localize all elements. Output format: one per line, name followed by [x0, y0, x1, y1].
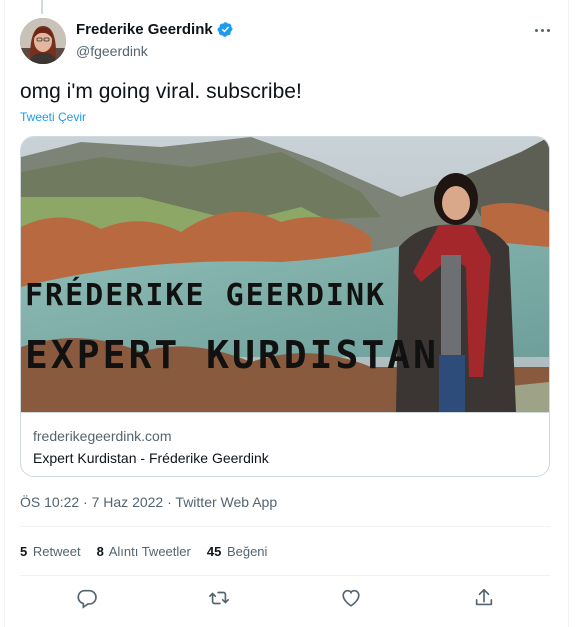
quotes-stat[interactable]: 8 Alıntı Tweetler — [97, 544, 191, 559]
translate-link[interactable]: Tweeti Çevir — [20, 110, 86, 124]
tweet-source[interactable]: Twitter Web App — [175, 494, 277, 510]
tweet-text: omg i'm going viral. subscribe! — [20, 80, 302, 103]
tweet-time[interactable]: ÖS 10:22 — [20, 494, 79, 510]
divider — [20, 526, 550, 527]
card-caption[interactable]: frederikegeerdink.com Expert Kurdistan -… — [21, 412, 549, 476]
card-overlay-line2: EXPERT KURDISTAN — [25, 333, 439, 377]
quotes-label: Alıntı Tweetler — [108, 544, 191, 559]
likes-count: 45 — [206, 544, 222, 559]
tweet-stats: 5 Retweet 8 Alıntı Tweetler 45 Beğeni — [20, 544, 267, 559]
reply-icon[interactable] — [76, 587, 98, 609]
quotes-count: 8 — [96, 544, 104, 559]
meta-separator: · — [83, 494, 88, 510]
share-icon[interactable] — [473, 587, 495, 609]
link-card[interactable]: FRÉDERIKE GEERDINK EXPERT KURDISTAN fred… — [20, 136, 550, 477]
tweet-actions — [20, 587, 550, 611]
thread-line — [41, 0, 43, 14]
tweet-meta: ÖS 10:22 · 7 Haz 2022 · Twitter Web App — [20, 494, 277, 510]
verified-badge-icon — [217, 22, 233, 37]
retweet-icon[interactable] — [208, 587, 230, 609]
tweet-date[interactable]: 7 Haz 2022 — [92, 494, 164, 510]
card-image: FRÉDERIKE GEERDINK EXPERT KURDISTAN — [21, 137, 549, 412]
card-domain[interactable]: frederikegeerdink.com — [33, 428, 172, 444]
retweets-label: Retweet — [32, 544, 81, 559]
author-name-row[interactable]: Frederike Geerdink — [76, 21, 234, 38]
retweets-stat[interactable]: 5 Retweet — [20, 544, 81, 559]
author-name[interactable]: Frederike Geerdink — [76, 21, 213, 38]
heart-icon[interactable] — [340, 587, 362, 609]
avatar[interactable] — [20, 18, 66, 64]
likes-stat[interactable]: 45 Beğeni — [207, 544, 268, 559]
more-icon[interactable] — [532, 22, 552, 38]
card-title[interactable]: Expert Kurdistan - Fréderike Geerdink — [33, 450, 269, 466]
card-overlay-line1: FRÉDERIKE GEERDINK — [25, 277, 386, 313]
author-handle[interactable]: @fgeerdink — [76, 43, 148, 59]
retweets-count: 5 — [20, 544, 28, 559]
divider — [20, 575, 550, 576]
meta-separator: · — [167, 494, 172, 510]
likes-label: Beğeni — [226, 544, 268, 559]
